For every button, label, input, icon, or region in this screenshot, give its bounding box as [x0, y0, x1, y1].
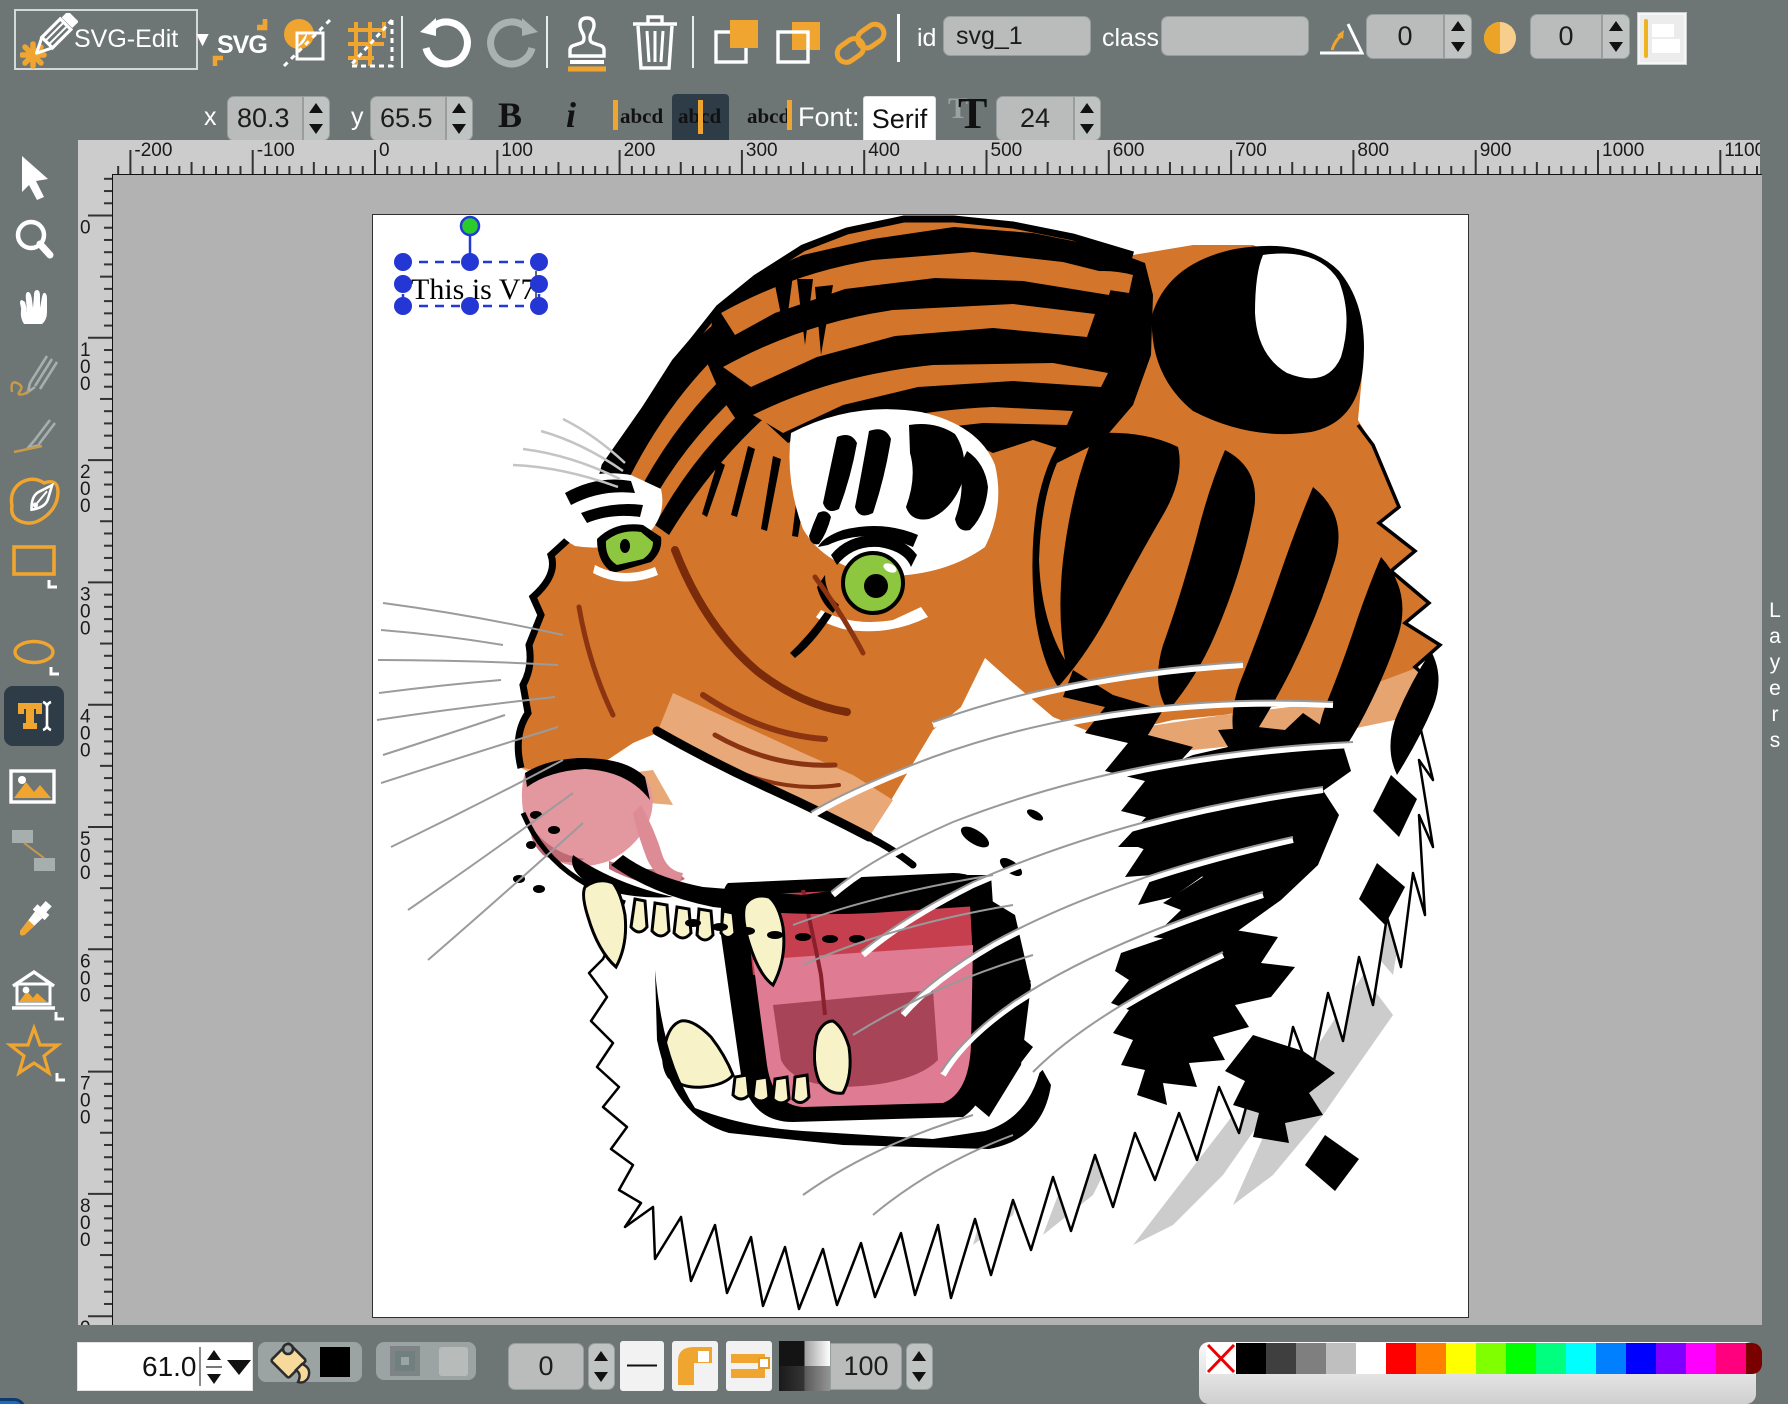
svg-text:700: 700 — [1235, 140, 1267, 161]
svg-text:1100: 1100 — [1724, 140, 1760, 161]
svg-text:0: 0 — [80, 985, 91, 1006]
svg-text:0: 0 — [80, 1108, 91, 1129]
svg-text:0: 0 — [379, 140, 390, 161]
svg-text:-200: -200 — [134, 140, 172, 161]
svg-text:300: 300 — [746, 140, 778, 161]
svg-text:0: 0 — [80, 218, 91, 239]
svg-text:0: 0 — [80, 496, 91, 517]
svg-text:400: 400 — [868, 140, 900, 161]
svg-text:600: 600 — [1113, 140, 1145, 161]
svg-text:-100: -100 — [257, 140, 295, 161]
svg-text:9: 9 — [80, 1318, 91, 1325]
svg-text:0: 0 — [80, 741, 91, 762]
svg-text:0: 0 — [80, 618, 91, 639]
svg-text:800: 800 — [1357, 140, 1389, 161]
svg-text:1000: 1000 — [1602, 140, 1644, 161]
svg-text:0: 0 — [80, 863, 91, 884]
svg-text:200: 200 — [624, 140, 656, 161]
svg-text:0: 0 — [80, 374, 91, 395]
svg-text:0: 0 — [80, 1230, 91, 1251]
svg-text:500: 500 — [991, 140, 1023, 161]
svg-text:100: 100 — [501, 140, 533, 161]
svg-text:900: 900 — [1480, 140, 1512, 161]
svg-text:SVG: SVG — [217, 31, 267, 59]
